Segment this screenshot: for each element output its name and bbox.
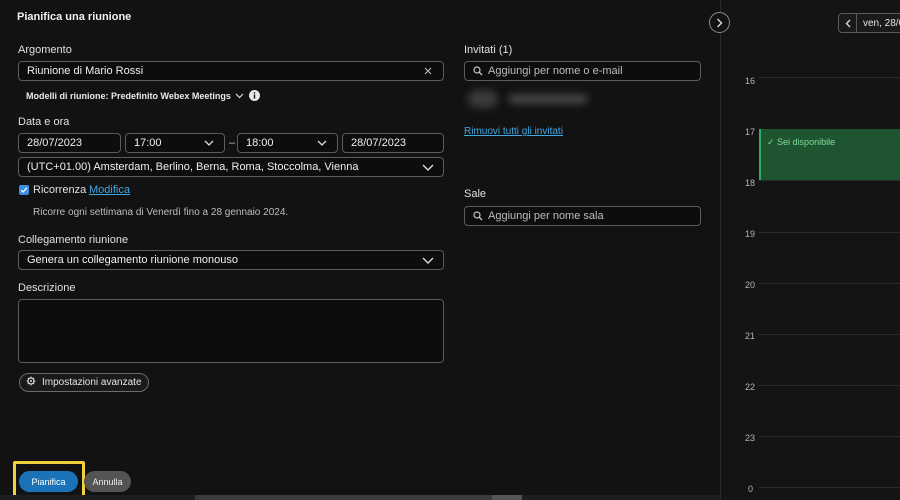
clear-icon[interactable] xyxy=(421,64,435,78)
meeting-link-label: Collegamento riunione xyxy=(18,234,129,246)
horizontal-scrollbar[interactable] xyxy=(0,495,720,500)
description-textarea[interactable] xyxy=(18,299,444,363)
chevron-down-icon xyxy=(235,91,244,101)
chevron-left-icon xyxy=(845,19,850,27)
hour-label: 19 xyxy=(745,229,756,239)
hour-line xyxy=(759,436,900,437)
calendar-date-label: ven, 28/0 xyxy=(863,17,900,29)
start-time-dropdown[interactable]: 17:00 xyxy=(125,133,225,153)
hour-label: 0 xyxy=(748,484,754,494)
meeting-templates-dropdown[interactable]: Modelli di riunione: Predefinito Webex M… xyxy=(26,91,244,101)
time-range-dash: – xyxy=(229,137,236,149)
hour-label: 21 xyxy=(745,331,756,341)
checkmark-icon xyxy=(20,187,28,193)
start-time-value: 17:00 xyxy=(134,137,162,149)
scrollbar-thumb[interactable] xyxy=(492,495,522,500)
advanced-settings-label: Impostazioni avanzate xyxy=(42,377,142,388)
invitee-search-placeholder: Aggiungi per nome o e-mail xyxy=(488,65,623,77)
check-icon: ✓ xyxy=(767,137,778,147)
recurrence-label: Ricorrenza xyxy=(33,184,87,196)
meeting-templates-text: Modelli di riunione: Predefinito Webex M… xyxy=(26,91,231,101)
hour-label: 17 xyxy=(745,127,756,137)
end-date-field[interactable]: 28/07/2023 xyxy=(342,133,444,153)
cancel-button[interactable]: Annulla xyxy=(84,471,131,492)
previous-day-button[interactable] xyxy=(839,14,857,32)
calendar-panel: 16 17 18 19 20 21 22 23 0 ✓ Sei disponib… xyxy=(721,0,900,500)
hour-line xyxy=(759,487,900,488)
hour-line xyxy=(759,180,900,181)
search-icon xyxy=(473,211,483,221)
availability-text: ✓ Sei disponibile xyxy=(767,137,836,147)
advanced-settings-button[interactable]: Impostazioni avanzate xyxy=(19,373,149,392)
hour-line xyxy=(759,385,900,386)
avatar xyxy=(468,90,498,108)
search-icon xyxy=(473,66,483,76)
recurrence-checkbox[interactable] xyxy=(19,185,29,195)
gear-icon xyxy=(26,376,36,389)
invitee-search-input[interactable]: Aggiungi per nome o e-mail xyxy=(464,61,701,81)
recurrence-edit-link[interactable]: Modifica xyxy=(89,184,130,196)
availability-block[interactable]: ✓ Sei disponibile xyxy=(759,129,900,180)
hour-line xyxy=(759,77,900,78)
topic-input[interactable]: Riunione di Mario Rossi xyxy=(18,61,444,81)
remove-all-invitees-link[interactable]: Rimuovi tutti gli invitati xyxy=(464,126,563,137)
recurrence-summary: Ricorre ogni settimana di Venerdì fino a… xyxy=(33,207,289,218)
chevron-down-icon xyxy=(202,136,216,150)
hour-label: 18 xyxy=(745,178,756,188)
calendar-date-nav: ven, 28/0 xyxy=(838,13,900,33)
end-time-dropdown[interactable]: 18:00 xyxy=(237,133,338,153)
chevron-down-icon xyxy=(421,160,435,174)
room-search-input[interactable]: Aggiungi per nome sala xyxy=(464,206,701,226)
dialog-title: Pianifica una riunione xyxy=(17,11,132,23)
invitee-name-blurred xyxy=(508,94,588,104)
topic-label: Argomento xyxy=(18,44,72,56)
chevron-down-icon xyxy=(315,136,329,150)
chevron-right-icon xyxy=(717,18,723,27)
hour-label: 20 xyxy=(745,280,756,290)
hour-line xyxy=(759,232,900,233)
scrollbar-track xyxy=(195,495,495,500)
info-icon[interactable] xyxy=(249,90,260,104)
hour-label: 16 xyxy=(745,76,756,86)
end-date-value: 28/07/2023 xyxy=(351,137,407,149)
hour-line xyxy=(759,334,900,335)
hour-line xyxy=(759,283,900,284)
invitees-label: Invitati (1) xyxy=(464,44,513,56)
hour-label: 23 xyxy=(745,433,756,443)
rooms-label: Sale xyxy=(464,188,487,200)
description-label: Descrizione xyxy=(18,282,76,294)
chevron-down-icon xyxy=(421,253,435,267)
topic-value: Riunione di Mario Rossi xyxy=(27,65,144,77)
datetime-label: Data e ora xyxy=(18,116,70,128)
start-date-field[interactable]: 28/07/2023 xyxy=(18,133,121,153)
meeting-link-dropdown[interactable]: Genera un collegamento riunione monouso xyxy=(18,250,444,270)
end-time-value: 18:00 xyxy=(246,137,274,149)
room-search-placeholder: Aggiungi per nome sala xyxy=(488,210,604,222)
timezone-dropdown[interactable]: (UTC+01.00) Amsterdam, Berlino, Berna, R… xyxy=(18,157,444,177)
meeting-link-value: Genera un collegamento riunione monouso xyxy=(27,254,238,266)
timezone-value: (UTC+01.00) Amsterdam, Berlino, Berna, R… xyxy=(27,161,359,173)
schedule-button[interactable]: Pianifica xyxy=(19,471,78,492)
collapse-panel-button[interactable] xyxy=(709,12,730,33)
hour-label: 22 xyxy=(745,382,756,392)
start-date-value: 28/07/2023 xyxy=(27,137,83,149)
